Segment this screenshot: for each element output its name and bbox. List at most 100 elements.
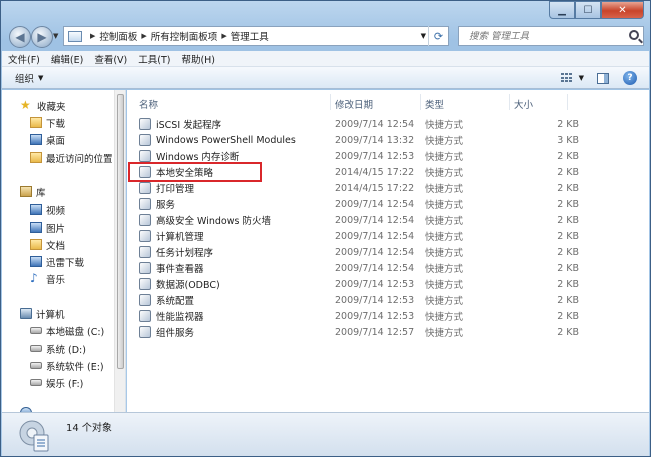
- refresh-button[interactable]: ⟳: [428, 26, 448, 46]
- file-name: 性能监视器: [156, 312, 204, 323]
- breadcrumb-arrow-icon[interactable]: ▶: [90, 32, 95, 40]
- view-options-dropdown-icon[interactable]: ▼: [579, 74, 584, 82]
- menu-file[interactable]: 文件(F): [8, 52, 40, 66]
- performance-monitor-icon: [139, 310, 151, 322]
- organize-button[interactable]: 组织 ▼: [15, 71, 43, 85]
- nav-scrollbar-thumb[interactable]: [117, 94, 124, 369]
- column-header-size[interactable]: 大小: [514, 97, 533, 111]
- file-type: 快捷方式: [425, 120, 464, 131]
- nav-favorites-label: 收藏夹: [37, 101, 66, 113]
- pictures-icon: [30, 222, 42, 233]
- nav-item-drive-e[interactable]: 系统软件 (E:): [30, 358, 104, 373]
- nav-item-pictures[interactable]: 图片: [30, 220, 65, 235]
- file-row[interactable]: 服务 2009/7/14 12:54 快捷方式 2 KB: [139, 196, 599, 212]
- nav-item-drive-d[interactable]: 系统 (D:): [30, 341, 86, 356]
- nav-item-drive-c[interactable]: 本地磁盘 (C:): [30, 323, 104, 338]
- file-date: 2009/7/14 12:53: [335, 310, 415, 322]
- file-row[interactable]: 高级安全 Windows 防火墙 2009/7/14 12:54 快捷方式 2 KB: [139, 212, 599, 228]
- file-row[interactable]: 任务计划程序 2009/7/14 12:54 快捷方式 2 KB: [139, 244, 599, 260]
- breadcrumb-all-items[interactable]: 所有控制面板项: [151, 29, 218, 43]
- nav-favorites[interactable]: ★ 收藏夹: [20, 98, 66, 113]
- file-size: 2 KB: [557, 182, 579, 194]
- nav-item-desktop[interactable]: 桌面: [30, 132, 65, 147]
- address-dropdown-icon[interactable]: ▼: [421, 32, 426, 40]
- file-size: 3 KB: [557, 134, 579, 146]
- file-row[interactable]: 事件查看器 2009/7/14 12:54 快捷方式 2 KB: [139, 260, 599, 276]
- maximize-button[interactable]: ☐: [575, 1, 601, 19]
- search-box[interactable]: [458, 26, 644, 46]
- nav-item-music[interactable]: ♪ 音乐: [30, 271, 65, 286]
- file-row[interactable]: 系统配置 2009/7/14 12:53 快捷方式 2 KB: [139, 292, 599, 308]
- minimize-button[interactable]: ▁: [549, 1, 575, 19]
- highlight-box: [128, 162, 262, 182]
- nav-item-drive-f[interactable]: 娱乐 (F:): [30, 375, 83, 390]
- column-divider[interactable]: [330, 94, 331, 110]
- chevron-down-icon: ▼: [38, 73, 44, 82]
- system-configuration-icon: [139, 294, 151, 306]
- odbc-icon: [139, 278, 151, 290]
- breadcrumb-arrow-icon[interactable]: ▶: [141, 32, 146, 40]
- help-icon[interactable]: ?: [623, 71, 637, 85]
- menu-edit[interactable]: 编辑(E): [51, 52, 83, 66]
- preview-pane-icon[interactable]: [597, 72, 609, 84]
- nav-item-recent-places[interactable]: 最近访问的位置: [30, 150, 113, 165]
- file-size: 2 KB: [557, 278, 579, 290]
- file-type: 快捷方式: [425, 168, 464, 179]
- search-input[interactable]: [469, 30, 619, 42]
- file-row[interactable]: iSCSI 发起程序 2009/7/14 12:54 快捷方式 2 KB: [139, 116, 599, 132]
- change-view-icon[interactable]: [560, 73, 573, 83]
- column-header-date[interactable]: 修改日期: [335, 97, 373, 111]
- back-arrow-icon: ◀: [15, 30, 25, 44]
- nav-item-videos[interactable]: 视频: [30, 202, 65, 217]
- breadcrumb-admin-tools[interactable]: 管理工具: [231, 29, 269, 43]
- file-type: 快捷方式: [425, 216, 464, 227]
- column-divider[interactable]: [509, 94, 510, 110]
- menu-tools[interactable]: 工具(T): [138, 52, 170, 66]
- column-header-name[interactable]: 名称: [139, 97, 158, 111]
- documents-icon: [30, 239, 42, 250]
- column-divider[interactable]: [567, 94, 568, 110]
- recent-pages-dropdown[interactable]: ▼: [53, 32, 58, 40]
- nav-item-thunder-download[interactable]: 迅雷下载: [30, 254, 84, 269]
- column-header-type[interactable]: 类型: [425, 97, 444, 111]
- nav-network[interactable]: [20, 405, 36, 412]
- search-icon[interactable]: [629, 30, 639, 40]
- file-row[interactable]: 组件服务 2009/7/14 12:57 快捷方式 2 KB: [139, 324, 599, 340]
- file-row[interactable]: 计算机管理 2009/7/14 12:54 快捷方式 2 KB: [139, 228, 599, 244]
- menu-view[interactable]: 查看(V): [94, 52, 127, 66]
- thunder-download-icon: [30, 256, 42, 267]
- file-name: 系统配置: [156, 296, 195, 307]
- close-button[interactable]: ✕: [601, 1, 644, 19]
- nav-item-label: 娱乐 (F:): [46, 378, 84, 390]
- content-scroll-area: [639, 90, 649, 412]
- nav-item-downloads[interactable]: 下载: [30, 115, 65, 130]
- column-divider[interactable]: [420, 94, 421, 110]
- file-date: 2014/4/15 17:22: [335, 166, 415, 178]
- file-name: 计算机管理: [156, 232, 204, 243]
- back-button[interactable]: ◀: [9, 26, 31, 48]
- breadcrumb-control-panel[interactable]: 控制面板: [99, 29, 137, 43]
- file-type: 快捷方式: [425, 200, 464, 211]
- library-icon: [20, 186, 32, 197]
- address-bar[interactable]: ▶ 控制面板 ▶ 所有控制面板项 ▶ 管理工具 ▼ ⟳: [63, 26, 449, 46]
- file-name: 事件查看器: [156, 264, 204, 275]
- menu-help[interactable]: 帮助(H): [181, 52, 215, 66]
- file-type: 快捷方式: [425, 184, 464, 195]
- nav-item-documents[interactable]: 文档: [30, 237, 65, 252]
- forward-button[interactable]: ▶: [31, 26, 53, 48]
- file-size: 2 KB: [557, 310, 579, 322]
- file-row[interactable]: 数据源(ODBC) 2009/7/14 12:53 快捷方式 2 KB: [139, 276, 599, 292]
- file-type: 快捷方式: [425, 136, 464, 147]
- file-type: 快捷方式: [425, 248, 464, 259]
- nav-item-label: 音乐: [46, 274, 66, 286]
- nav-scrollbar[interactable]: [114, 90, 125, 412]
- file-row[interactable]: Windows PowerShell Modules 2009/7/14 13:3…: [139, 132, 599, 148]
- recent-places-icon: [30, 152, 42, 163]
- nav-libraries[interactable]: 库: [20, 184, 46, 199]
- file-row[interactable]: 打印管理 2014/4/15 17:22 快捷方式 2 KB: [139, 180, 599, 196]
- file-size: 2 KB: [557, 230, 579, 242]
- nav-item-label: 文档: [46, 240, 66, 252]
- file-row[interactable]: 性能监视器 2009/7/14 12:53 快捷方式 2 KB: [139, 308, 599, 324]
- breadcrumb-arrow-icon[interactable]: ▶: [221, 32, 226, 40]
- nav-computer[interactable]: 计算机: [20, 306, 65, 321]
